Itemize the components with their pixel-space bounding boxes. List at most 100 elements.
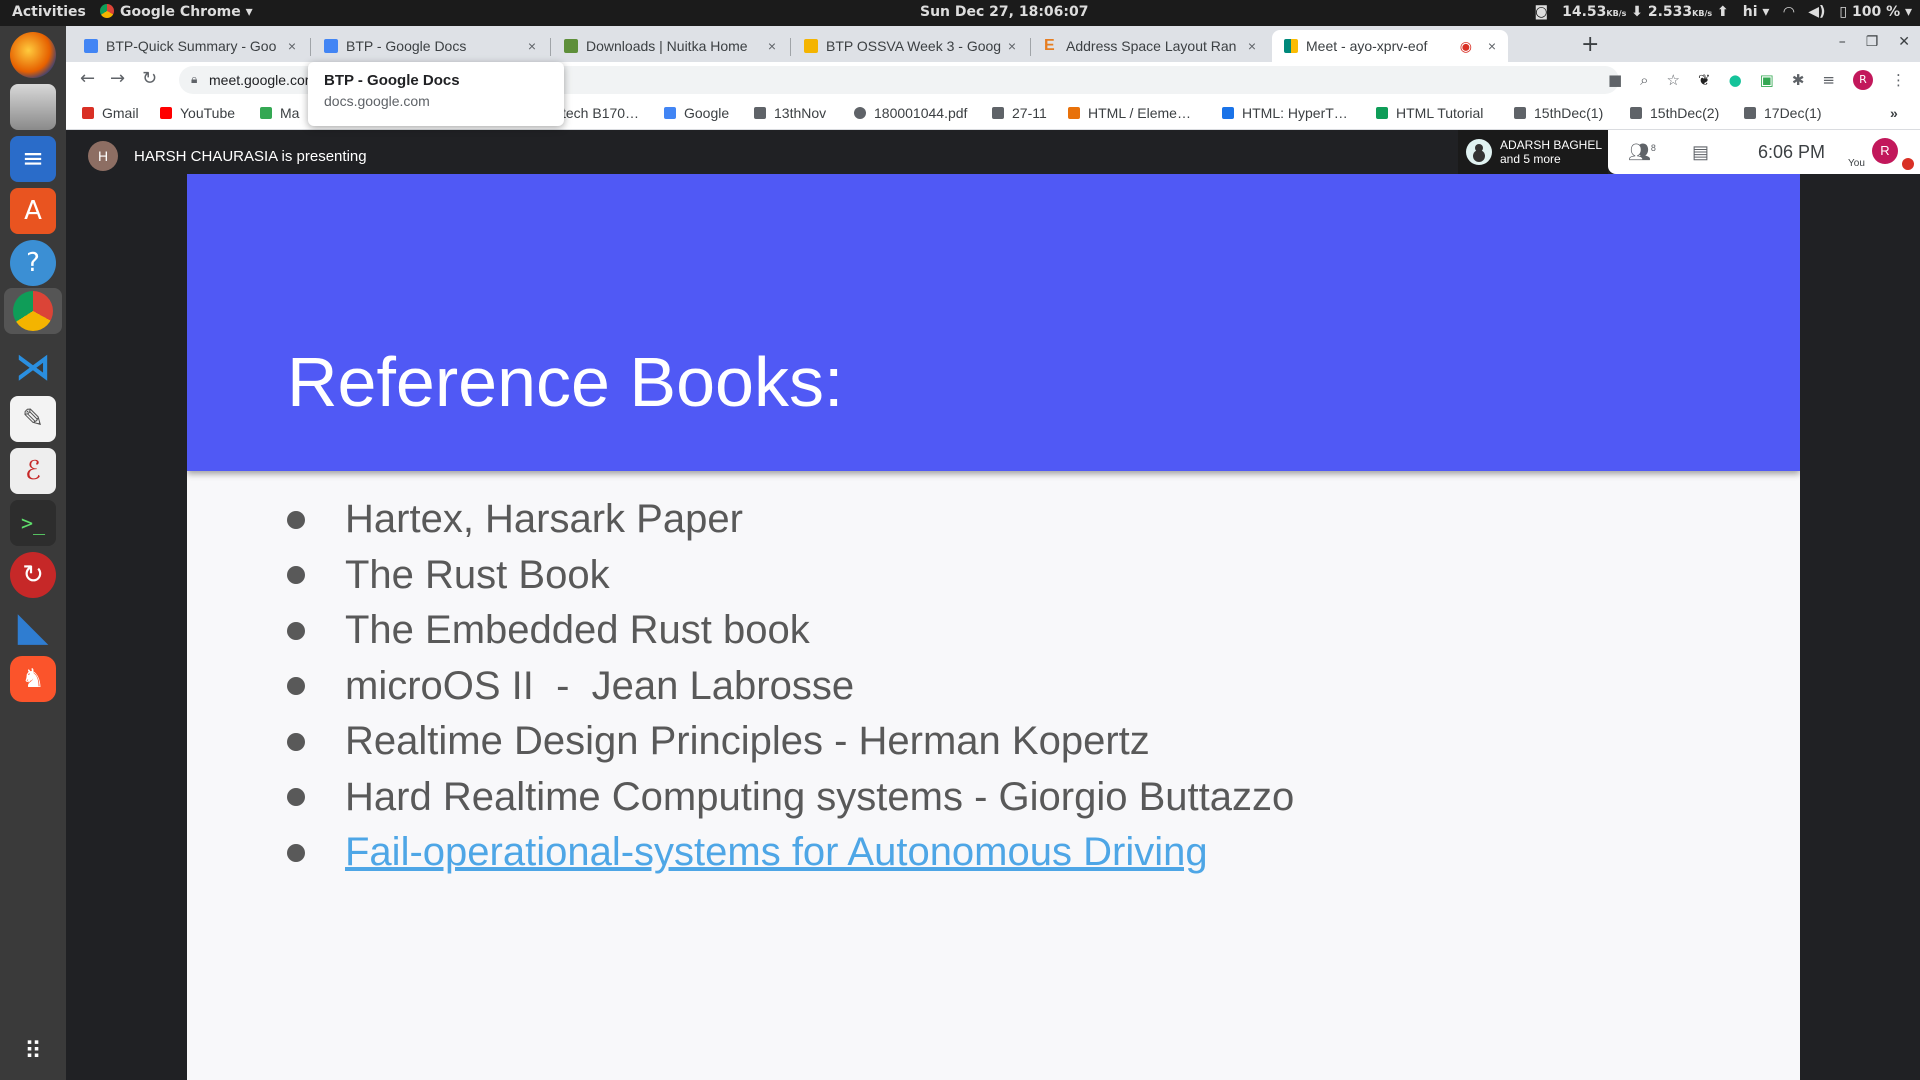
- net-up-unit: KB/s: [1692, 9, 1713, 18]
- bookmark-folder-27-11[interactable]: 27-11: [992, 105, 1047, 121]
- presenter-label: HARSH CHAURASIA is presenting: [134, 147, 367, 165]
- new-tab-button[interactable]: +: [1581, 32, 1599, 57]
- chrome-icon: [100, 4, 114, 18]
- list-item-text: The Rust Book: [345, 552, 610, 597]
- activities-button[interactable]: Activities: [12, 4, 86, 20]
- bookmark-html-hypertext[interactable]: HTML: HyperT…: [1222, 105, 1348, 121]
- chrome-icon[interactable]: [4, 288, 62, 334]
- participant-tile[interactable]: ADARSH BAGHEL and 5 more: [1458, 130, 1608, 174]
- bookmark-folder-17dec1[interactable]: 17Dec(1): [1744, 105, 1822, 121]
- bookmark-html-element[interactable]: HTML / Eleme…: [1068, 105, 1191, 121]
- close-window-icon[interactable]: ✕: [1898, 34, 1910, 50]
- grammarly-icon[interactable]: ●: [1729, 71, 1742, 89]
- bullet-icon: [287, 732, 305, 751]
- meet-icon: [1284, 39, 1298, 53]
- text-editor-icon[interactable]: ✎: [10, 396, 56, 442]
- bullet-icon: [287, 566, 305, 585]
- toolbar-icons: ■ ⌕ ☆ ❦ ● ▣ ✱ ≡ R ⋮: [1608, 70, 1906, 90]
- wifi-icon: ◠: [1783, 4, 1795, 20]
- bullet-icon: [287, 621, 305, 640]
- bookmark-folder-15thdec1[interactable]: 15thDec(1): [1514, 105, 1603, 121]
- brave-icon[interactable]: ♞: [10, 656, 56, 702]
- remmina-icon[interactable]: ↻: [10, 552, 56, 598]
- puzzle-icon[interactable]: ✱: [1792, 71, 1805, 89]
- fail-operational-link[interactable]: Fail-operational-systems for Autonomous …: [345, 830, 1208, 875]
- tab-nuitka-downloads[interactable]: Downloads | Nuitka Home ×: [552, 30, 788, 62]
- you-label: You: [1848, 158, 1865, 169]
- bookmark-gmail[interactable]: Gmail: [82, 105, 139, 121]
- bookmark-btech[interactable]: tech B170…: [562, 105, 639, 121]
- reload-icon[interactable]: ↻: [142, 68, 157, 89]
- wireshark-icon[interactable]: ◣: [10, 604, 56, 650]
- docs-icon: [324, 39, 338, 53]
- forward-icon[interactable]: →: [110, 68, 125, 89]
- youtube-icon: [160, 107, 172, 119]
- close-icon[interactable]: ×: [1482, 38, 1502, 54]
- google-icon: [664, 107, 676, 119]
- user-menu[interactable]: hi ▾: [1743, 4, 1770, 20]
- chat-icon[interactable]: ▤: [1692, 142, 1709, 163]
- maximize-icon[interactable]: ❐: [1866, 34, 1879, 50]
- status-area[interactable]: ◙ 14.53KB/s ⬇ 2.533KB/s ⬆ hi ▾ ◠ ◀) ▯ 10…: [1535, 4, 1912, 20]
- bookmark-star-icon[interactable]: ☆: [1667, 71, 1680, 89]
- extension-icon[interactable]: ❦: [1698, 71, 1711, 89]
- bookmark-google[interactable]: Google: [664, 105, 729, 121]
- system-clock[interactable]: Sun Dec 27, 18:06:07: [920, 4, 1089, 20]
- extension-icon[interactable]: ▣: [1760, 71, 1774, 89]
- bookmark-youtube[interactable]: YouTube: [160, 105, 235, 121]
- tab-meet[interactable]: Meet - ayo-xprv-eof ◉ ×: [1272, 30, 1508, 62]
- minimize-icon[interactable]: –: [1839, 34, 1846, 50]
- tab-btp-google-docs[interactable]: BTP - Google Docs ×: [312, 30, 548, 62]
- people-icon[interactable]: 👥︎8: [1628, 142, 1656, 163]
- terminal-icon[interactable]: >_: [10, 500, 56, 546]
- self-avatar[interactable]: R: [1872, 138, 1898, 164]
- battery-label: 100 %: [1851, 4, 1901, 20]
- help-icon[interactable]: ?: [10, 240, 56, 286]
- close-icon[interactable]: ×: [1242, 38, 1262, 54]
- camera-icon[interactable]: ■: [1608, 71, 1622, 89]
- tab-btp-quick-summary[interactable]: BTP-Quick Summary - Goo ×: [72, 30, 308, 62]
- more-bookmarks-icon[interactable]: »: [1890, 105, 1898, 121]
- tab-aslr[interactable]: E Address Space Layout Ran ×: [1032, 30, 1268, 62]
- list-item-text: Hartex, Harsark Paper: [345, 497, 743, 542]
- zoom-icon[interactable]: ⌕: [1640, 71, 1648, 89]
- bookmark-label: YouTube: [180, 105, 236, 121]
- app-menu[interactable]: Google Chrome ▾: [100, 4, 253, 20]
- bookmark-folder-15thdec2[interactable]: 15thDec(2): [1630, 105, 1719, 121]
- presenter-avatar: H: [88, 141, 118, 171]
- participant-more: and 5 more: [1500, 152, 1561, 166]
- net-speed: 14.53KB/s ⬇ 2.533KB/s ⬆: [1562, 4, 1729, 20]
- w3schools-icon: [1376, 107, 1388, 119]
- writer-icon[interactable]: ≡: [10, 136, 56, 182]
- close-icon[interactable]: ×: [282, 38, 302, 54]
- software-center-icon[interactable]: A: [10, 188, 56, 234]
- net-down-value: 14.53: [1562, 4, 1607, 20]
- bookmark-html-tutorial[interactable]: HTML Tutorial: [1376, 105, 1483, 121]
- profile-avatar[interactable]: R: [1853, 70, 1873, 90]
- net-up-value: 2.533: [1647, 4, 1693, 20]
- list-item: Hard Realtime Computing systems - Giorgi…: [287, 770, 1294, 826]
- menu-icon[interactable]: ⋮: [1891, 71, 1906, 89]
- bookmark-label: 17Dec(1): [1764, 105, 1822, 121]
- vscode-icon[interactable]: ⋊: [10, 344, 56, 390]
- tab-btp-ossva[interactable]: BTP OSSVA Week 3 - Goog ×: [792, 30, 1028, 62]
- app-grid-icon[interactable]: ⠿: [10, 1028, 56, 1074]
- volume-icon: ◀): [1808, 4, 1826, 20]
- list-item-text: microOS II - Jean Labrosse: [345, 663, 855, 708]
- bookmark-maps[interactable]: Ma: [260, 105, 299, 121]
- back-icon[interactable]: ←: [80, 68, 95, 89]
- close-icon[interactable]: ×: [762, 38, 782, 54]
- bookmark-folder-13thnov[interactable]: 13thNov: [754, 105, 826, 121]
- tab-label: BTP-Quick Summary - Goo: [106, 38, 277, 54]
- bookmark-label: 15thDec(1): [1534, 105, 1604, 121]
- tab-label: BTP OSSVA Week 3 - Goog: [826, 38, 1002, 54]
- hover-card-domain: docs.google.com: [324, 93, 430, 109]
- folder-icon: [992, 107, 1004, 119]
- media-icon[interactable]: ≡: [1822, 71, 1835, 89]
- close-icon[interactable]: ×: [522, 38, 542, 54]
- files-icon[interactable]: [10, 84, 56, 130]
- close-icon[interactable]: ×: [1002, 38, 1022, 54]
- firefox-icon[interactable]: [10, 32, 56, 78]
- evince-icon[interactable]: ℰ: [10, 448, 56, 494]
- bookmark-pdf[interactable]: 180001044.pdf: [854, 105, 967, 121]
